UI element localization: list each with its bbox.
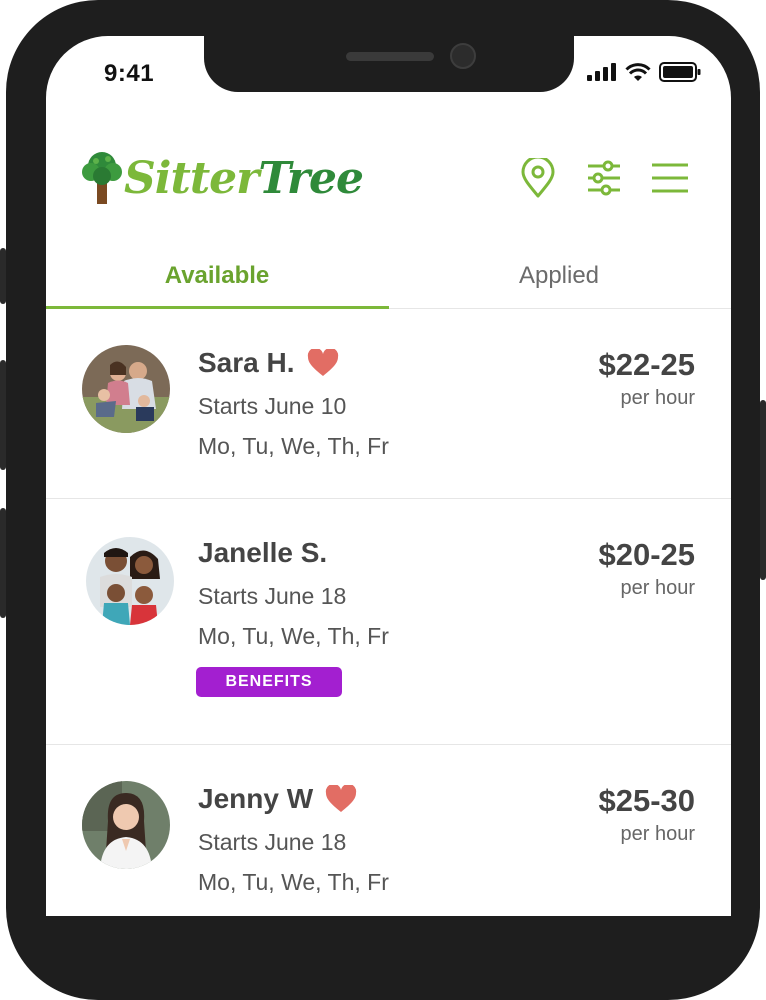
mute-switch [0,248,6,304]
status-time: 9:41 [104,60,155,87]
hourly-rate: $25-30 [598,783,695,818]
heart-icon[interactable] [307,349,339,377]
start-date: Starts June 10 [198,393,347,419]
front-camera [450,43,476,69]
job-list: Sara H. Starts June 10 Mo, Tu, We, Th, F… [46,309,731,916]
schedule-days: Mo, Tu, We, Th, Fr [198,433,389,459]
avatar [82,345,170,433]
sittertree-logo[interactable]: SitterTree [82,150,364,206]
speaker [346,52,434,61]
rate-unit: per hour [620,823,696,845]
family-name: Janelle S. [198,537,327,569]
hourly-rate: $22-25 [598,347,695,382]
menu-icon[interactable] [650,162,690,194]
phone-frame: 9:41 SitterTree Available Applied Sara H… [0,0,766,1000]
family-name: Jenny W [198,783,357,815]
family-name-text: Jenny W [198,783,314,814]
start-date: Starts June 18 [198,829,347,855]
wifi-icon [625,62,651,81]
battery-icon [659,62,701,82]
avatar [86,537,174,625]
notch [204,36,574,92]
job-card[interactable]: Sara H. Starts June 10 Mo, Tu, We, Th, F… [46,309,731,499]
location-pin-icon[interactable] [520,158,556,198]
family-name-text: Janelle S. [198,537,328,568]
job-card[interactable]: Janelle S. Starts June 18 Mo, Tu, We, Th… [46,499,731,745]
logo-wordmark: SitterTree [124,152,364,204]
power-button [760,400,766,580]
rate-unit: per hour [620,577,696,599]
logo-text-tree: Tree [258,152,364,204]
tab-bar: Available Applied [46,242,731,309]
screen: 9:41 SitterTree Available Applied Sara H… [46,36,731,916]
heart-icon[interactable] [325,785,357,813]
filter-sliders-icon[interactable] [586,160,622,196]
benefits-badge: BENEFITS [196,667,342,697]
tab-applied[interactable]: Applied [388,262,730,290]
schedule-days: Mo, Tu, We, Th, Fr [198,623,389,649]
signal-icon [587,63,616,81]
rate-unit: per hour [620,387,696,409]
schedule-days: Mo, Tu, We, Th, Fr [198,869,389,895]
family-name: Sara H. [198,347,339,379]
start-date: Starts June 18 [198,583,347,609]
logo-text-sitter: Sitter [124,152,259,204]
volume-up-button [0,360,6,470]
job-card[interactable]: Jenny W Starts June 18 Mo, Tu, We, Th, F… [46,745,731,916]
volume-down-button [0,508,6,618]
tab-available[interactable]: Available [46,262,388,290]
avatar [82,781,170,869]
family-name-text: Sara H. [198,347,295,378]
status-icons [587,62,701,82]
app-header: SitterTree [46,146,731,216]
tree-icon [82,152,122,204]
hourly-rate: $20-25 [598,537,695,572]
